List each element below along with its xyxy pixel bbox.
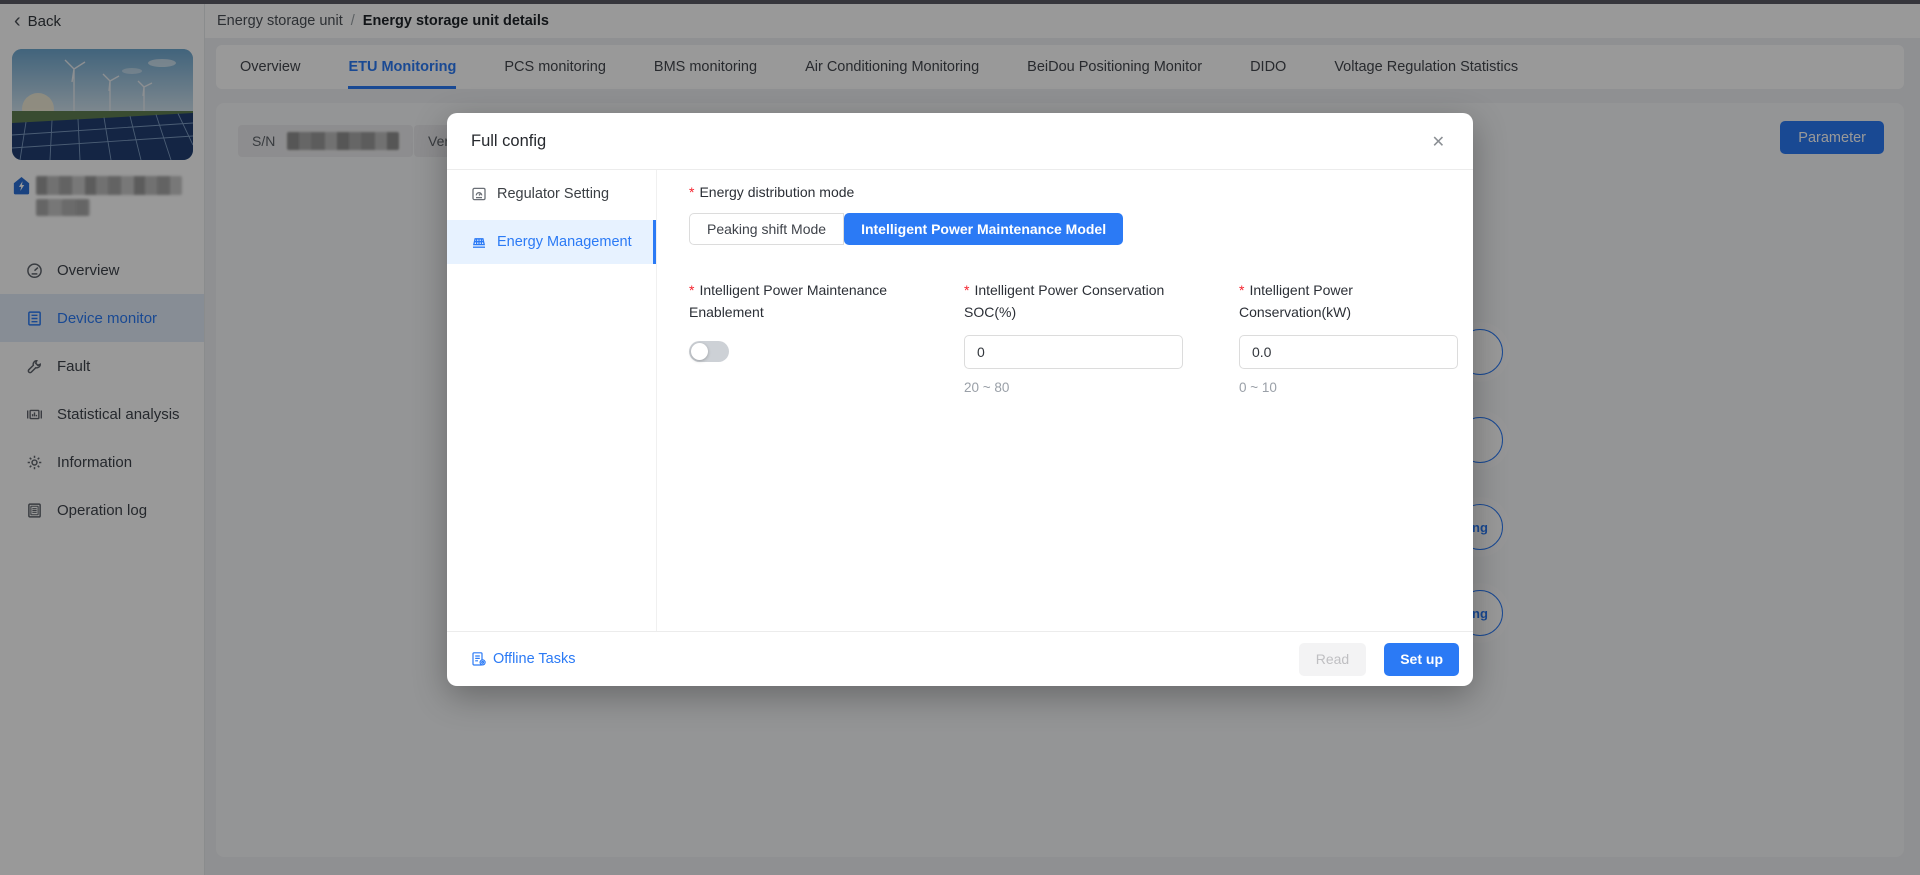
modal-nav-label: Regulator Setting — [497, 186, 609, 202]
energy-panel-icon — [471, 234, 487, 250]
modal-footer: Offline Tasks Read Set up — [447, 631, 1473, 686]
field-label: *Intelligent Power Conservation SOC(%) — [964, 279, 1189, 323]
field-conservation-kw: *Intelligent Power Conservation(kW) 0 ~ … — [1239, 279, 1464, 395]
modal-title: Full config — [471, 132, 546, 151]
conservation-kw-input[interactable] — [1239, 335, 1458, 369]
required-marker: * — [689, 184, 694, 200]
range-hint: 0 ~ 10 — [1239, 380, 1464, 395]
peaking-shift-mode-option[interactable]: Peaking shift Mode — [689, 213, 844, 245]
energy-distribution-mode-label: *Energy distribution mode — [689, 184, 1464, 200]
modal-content: *Energy distribution mode Peaking shift … — [657, 170, 1496, 631]
read-button[interactable]: Read — [1299, 643, 1366, 676]
offline-tasks-icon — [471, 651, 486, 667]
field-label: *Intelligent Power Maintenance Enablemen… — [689, 279, 914, 323]
modal-nav-label: Energy Management — [497, 234, 632, 250]
required-marker: * — [689, 282, 694, 298]
intelligent-power-maintenance-model-option[interactable]: Intelligent Power Maintenance Model — [844, 213, 1123, 245]
field-maintenance-enablement: *Intelligent Power Maintenance Enablemen… — [689, 279, 914, 395]
field-label: *Intelligent Power Conservation(kW) — [1239, 279, 1464, 323]
form-fields-row: *Intelligent Power Maintenance Enablemen… — [689, 279, 1464, 395]
close-icon[interactable]: ✕ — [1426, 131, 1451, 153]
field-conservation-soc: *Intelligent Power Conservation SOC(%) 2… — [964, 279, 1189, 395]
modal-body: Regulator Setting Energy Management *Ene… — [447, 170, 1473, 631]
setup-button[interactable]: Set up — [1384, 643, 1459, 676]
regulator-icon — [471, 186, 487, 202]
offline-tasks-link[interactable]: Offline Tasks — [471, 651, 575, 667]
range-hint: 20 ~ 80 — [964, 380, 1189, 395]
modal-header: Full config ✕ — [447, 113, 1473, 170]
required-marker: * — [1239, 282, 1244, 298]
energy-distribution-mode-segmented: Peaking shift Mode Intelligent Power Mai… — [689, 213, 1464, 245]
required-marker: * — [964, 282, 969, 298]
offline-tasks-label: Offline Tasks — [493, 651, 575, 667]
toggle-knob — [691, 343, 708, 360]
full-config-modal: Full config ✕ Regulator Setting Energy M… — [447, 113, 1473, 686]
conservation-soc-input[interactable] — [964, 335, 1183, 369]
modal-nav-regulator-setting[interactable]: Regulator Setting — [447, 172, 656, 216]
maintenance-enablement-toggle[interactable] — [689, 341, 729, 362]
modal-nav: Regulator Setting Energy Management — [447, 170, 657, 631]
modal-nav-energy-management[interactable]: Energy Management — [447, 220, 656, 264]
